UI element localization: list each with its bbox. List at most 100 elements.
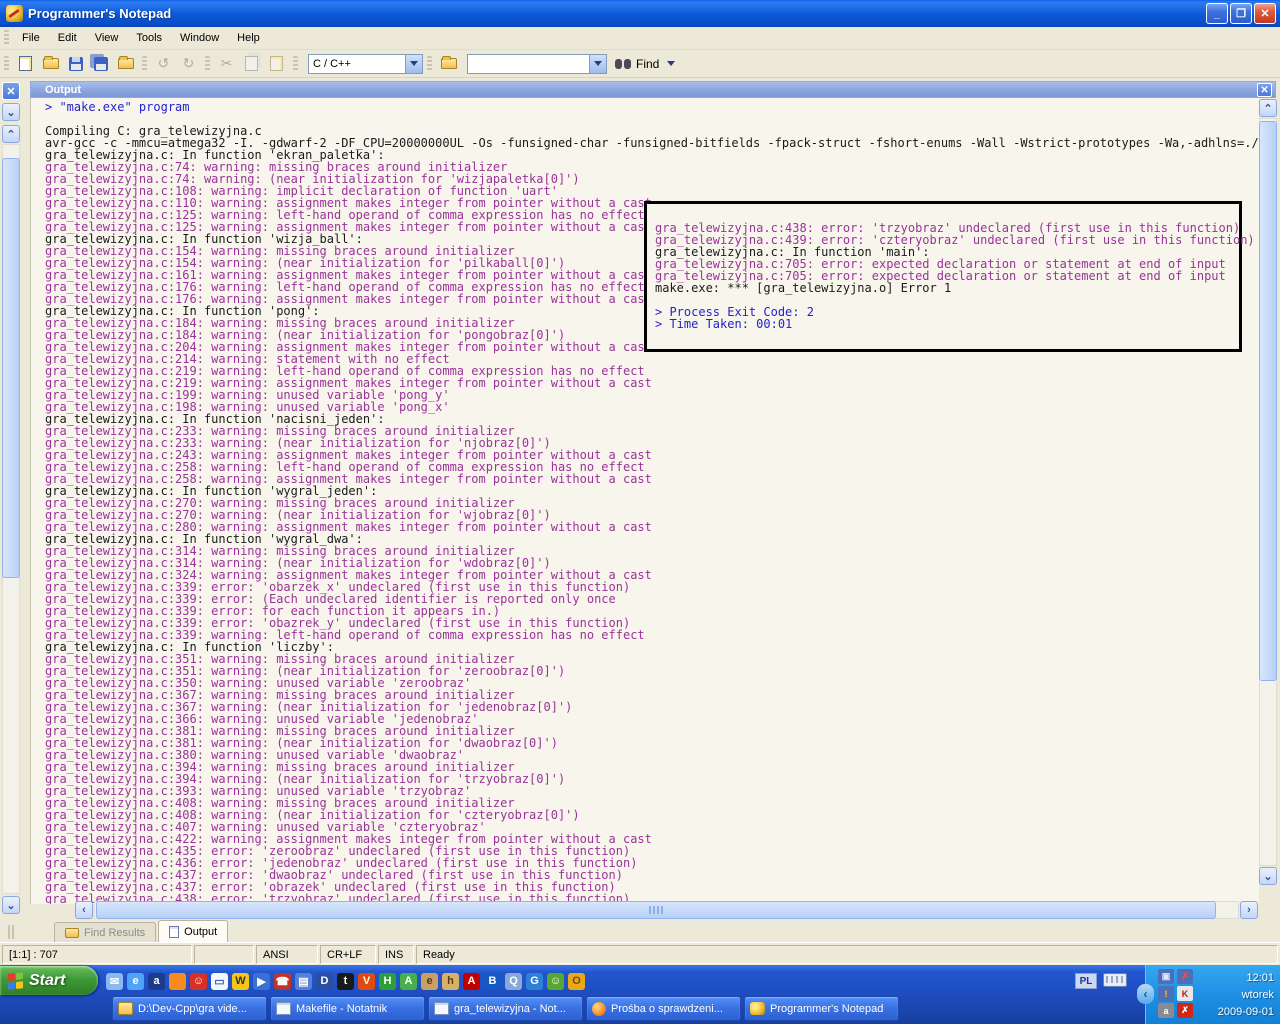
save-button[interactable]	[64, 53, 87, 75]
right-scrollbar-down-button[interactable]: ⌄	[1259, 867, 1277, 885]
a-green-icon[interactable]: A	[400, 972, 417, 990]
undo-button[interactable]: ↺	[152, 53, 175, 75]
alarm-clock-icon[interactable]: O	[568, 972, 585, 990]
find-in-files-button[interactable]	[437, 53, 460, 75]
security-shield-icon[interactable]: ✗	[1177, 1003, 1193, 1018]
horizontal-scrollbar-right-button[interactable]: ›	[1240, 901, 1258, 919]
adobe-reader-icon[interactable]: A	[463, 972, 480, 990]
output-panel-close-button[interactable]: ✕	[1257, 83, 1272, 97]
new-file-button[interactable]	[14, 53, 37, 75]
tab-find-results[interactable]: Find Results	[54, 922, 157, 942]
globe-a-icon[interactable]: a	[1158, 1003, 1174, 1018]
bluetooth-icon[interactable]: B	[484, 972, 501, 990]
globe-icon[interactable]: G	[526, 972, 543, 990]
menu-tools[interactable]: Tools	[127, 29, 171, 47]
redo-button[interactable]: ↻	[177, 53, 200, 75]
network-warning-icon[interactable]: !	[1158, 986, 1174, 1001]
taskbar-window-button[interactable]: Makefile - Notatnik	[270, 996, 425, 1021]
frog-icon[interactable]: ☺	[547, 972, 564, 990]
taskbar-window-button[interactable]: Programmer's Notepad	[744, 996, 899, 1021]
dev-cpp-icon[interactable]: D	[316, 972, 333, 990]
output-panel-title: Output	[45, 83, 82, 96]
cursor-position: [1:1] : 707	[2, 945, 192, 964]
network-disconnected-icon[interactable]: ✗	[1177, 969, 1193, 984]
notepad-icon	[276, 1002, 291, 1015]
show-desktop-icon[interactable]: ▭	[211, 972, 228, 990]
toolbar-gripper[interactable]	[142, 55, 147, 72]
taskbar-window-button[interactable]: D:\Dev-Cpp\gra vide...	[112, 996, 267, 1021]
right-scrollbar-up-button[interactable]: ⌃	[1259, 99, 1277, 117]
menu-view[interactable]: View	[86, 29, 128, 47]
open-project-button[interactable]	[114, 53, 137, 75]
start-button[interactable]: Start	[0, 966, 98, 995]
tab-gripper[interactable]	[8, 925, 14, 939]
tux-penguin-icon[interactable]: t	[337, 972, 354, 990]
find-options-caret[interactable]	[667, 61, 676, 66]
menu-window[interactable]: Window	[171, 29, 228, 47]
media-player-icon[interactable]: ▶	[253, 972, 270, 990]
menu-edit[interactable]: Edit	[49, 29, 86, 47]
copy-button[interactable]	[240, 53, 263, 75]
status-bar: [1:1] : 707 ANSI CR+LF INS Ready	[0, 942, 1280, 965]
winamp-icon[interactable]: W	[232, 972, 249, 990]
internet-explorer-icon[interactable]: e	[127, 972, 144, 990]
horizontal-scrollbar-thumb[interactable]	[96, 901, 1216, 919]
copy-icon	[245, 56, 258, 71]
paste-button[interactable]	[265, 53, 288, 75]
floppy-drive-icon[interactable]: ▤	[295, 972, 312, 990]
restore-button[interactable]: ❐	[1230, 3, 1252, 24]
menu-file[interactable]: File	[13, 29, 49, 47]
scheme-value: C / C++	[313, 57, 351, 70]
taskbar-window-button[interactable]: gra_telewizyjna - Not...	[428, 996, 583, 1021]
left-scrollbar-down-button[interactable]: ⌄	[2, 896, 20, 914]
scheme-dropdown-button[interactable]	[405, 54, 422, 73]
toolbar-gripper[interactable]	[427, 55, 432, 72]
right-scrollbar-thumb[interactable]	[1259, 121, 1277, 681]
minimize-button[interactable]: _	[1206, 3, 1228, 24]
pn-icon	[750, 1002, 765, 1015]
find-input[interactable]	[467, 53, 607, 74]
horizontal-scrollbar-left-button[interactable]: ‹	[75, 901, 93, 919]
menu-help[interactable]: Help	[228, 29, 269, 47]
network-computers-icon[interactable]: ▣	[1158, 969, 1174, 984]
left-scrollbar-up-button[interactable]: ⌃	[2, 125, 20, 143]
dialer-icon[interactable]: ☎	[274, 972, 291, 990]
title-bar: Programmer's Notepad _ ❐ ✕	[0, 0, 1280, 27]
red-smiley-icon[interactable]: ☺	[190, 972, 207, 990]
dock-collapse-button[interactable]: ⌄	[2, 103, 20, 121]
toolbar-gripper[interactable]	[4, 55, 9, 72]
open-file-button[interactable]	[39, 53, 62, 75]
cut-button[interactable]: ✂	[215, 53, 238, 75]
toolbar-gripper[interactable]	[293, 55, 298, 72]
emule-icon[interactable]: e	[421, 972, 438, 990]
scrollbar-grip	[649, 906, 663, 914]
outlook-express-icon[interactable]: ✉	[106, 972, 123, 990]
v-app-icon[interactable]: V	[358, 972, 375, 990]
scheme-select[interactable]: C / C++	[308, 53, 423, 74]
find-dropdown-button[interactable]	[589, 54, 606, 73]
keyboard-icon[interactable]	[1103, 973, 1127, 987]
toolbar-gripper[interactable]	[205, 55, 210, 72]
new-page-icon	[19, 56, 32, 71]
close-button[interactable]: ✕	[1254, 3, 1276, 24]
h-app-icon[interactable]: H	[379, 972, 396, 990]
left-scrollbar-thumb[interactable]	[2, 158, 20, 578]
kaspersky-icon[interactable]: K	[1177, 986, 1193, 1001]
blue-globe-icon[interactable]: a	[148, 972, 165, 990]
status-message: Ready	[416, 945, 1278, 964]
binoculars-icon	[615, 58, 631, 69]
error-highlight-box: gra_telewizyjna.c:438: error: 'trzyobraz…	[644, 201, 1255, 352]
tab-output[interactable]: Output	[158, 920, 229, 942]
window-title: Programmer's Notepad	[28, 6, 172, 21]
hand-pen-icon[interactable]: h	[442, 972, 459, 990]
menu-gripper[interactable]	[4, 30, 9, 46]
search-icon[interactable]: Q	[505, 972, 522, 990]
language-indicator[interactable]: PL	[1075, 973, 1097, 989]
firefox-icon[interactable]	[169, 972, 186, 990]
taskbar-window-button[interactable]: Prośba o sprawdzeni...	[586, 996, 741, 1021]
find-button[interactable]: Find	[615, 57, 659, 71]
dock-close-button[interactable]: ✕	[2, 82, 20, 100]
save-all-button[interactable]	[89, 53, 112, 75]
find-results-icon	[65, 927, 79, 938]
tray-collapse-chevron[interactable]: ‹	[1137, 984, 1154, 1004]
